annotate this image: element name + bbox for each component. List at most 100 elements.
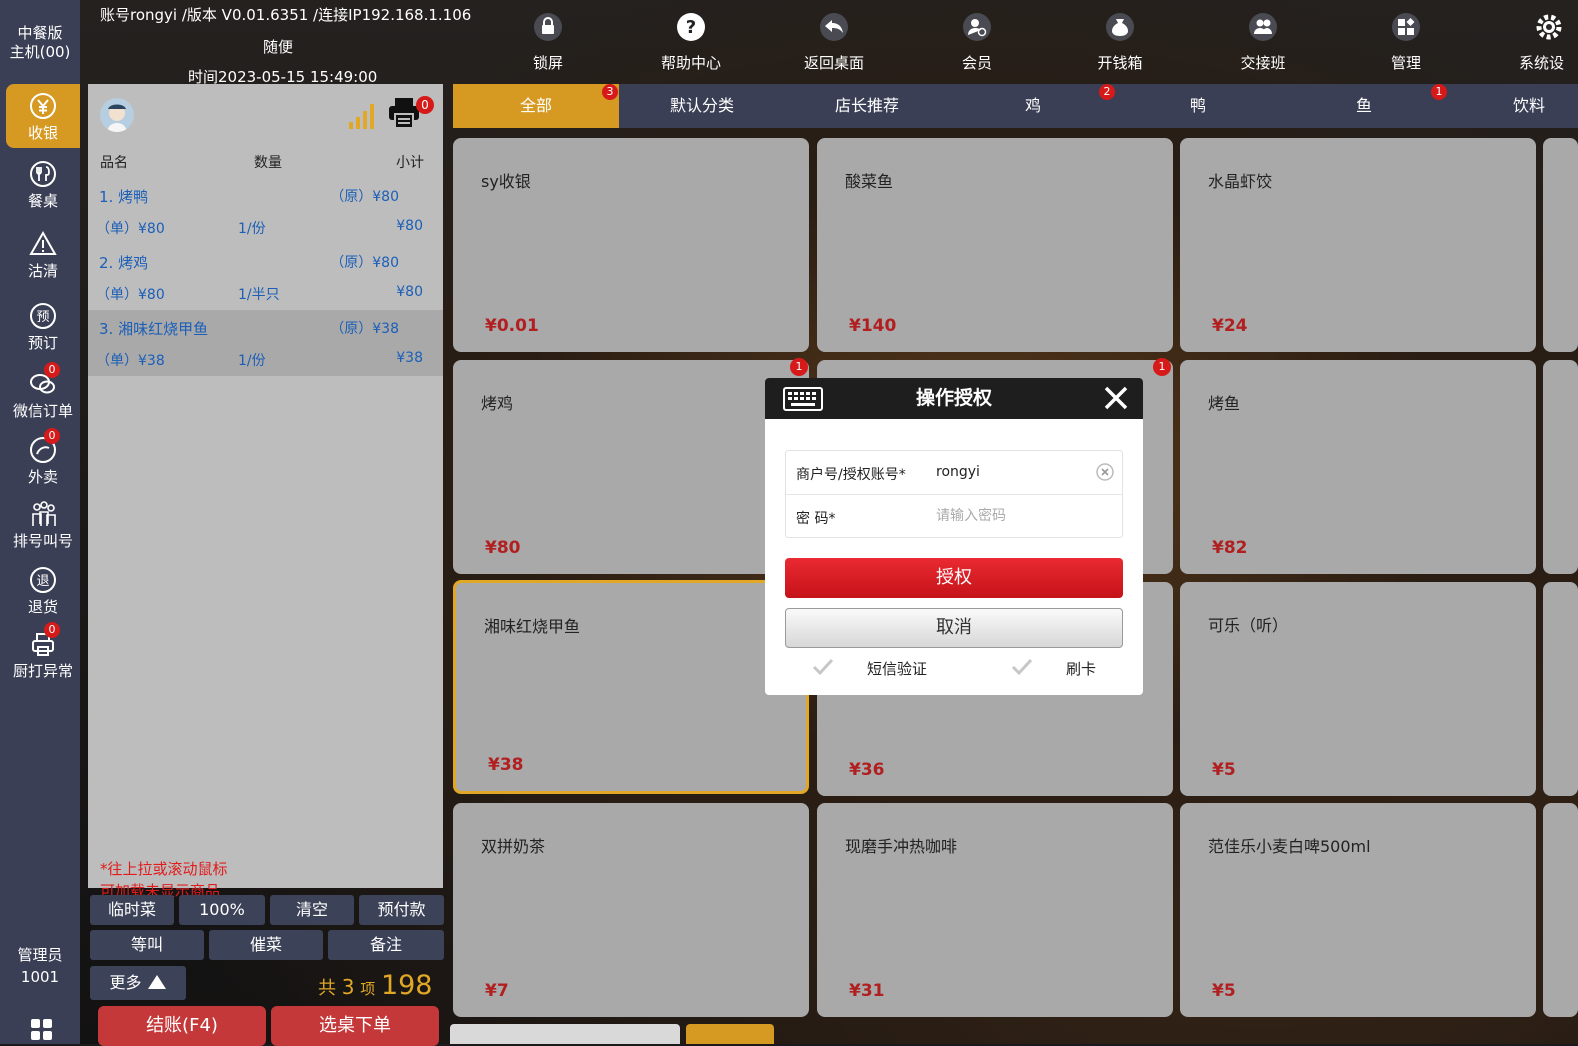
dish-price: ¥140 [849,316,897,336]
manage-button[interactable]: 管理 [1346,12,1466,72]
dish-card-partial[interactable] [1543,360,1578,574]
shift-handover-button[interactable]: 交接班 [1203,12,1323,72]
clear-button[interactable]: 清空 [270,895,354,925]
dish-card[interactable]: sy收银 ¥0.01 [453,138,809,352]
dish-card[interactable]: 酸菜鱼 ¥140 [817,138,1173,352]
lock-screen-button[interactable]: 锁屏 [488,12,608,72]
tab-chicken[interactable]: 鸡 [950,84,1116,128]
authorize-button[interactable]: 授权 [785,558,1123,598]
grid-menu-icon[interactable] [30,1018,54,1042]
select-table-order-button[interactable]: 选桌下单 [271,1006,439,1046]
sidebar-item-wechat-orders[interactable]: 0 微信订单 [6,362,80,426]
sidebar-item-label: 预订 [27,334,58,352]
check-icon [812,658,834,676]
sidebar-item-tables[interactable]: 餐桌 [6,152,80,216]
dish-card-partial[interactable] [1543,803,1578,1017]
left-sidebar: 中餐版 主机(00) 收银 餐桌 沽清 预 预订 0 微信订单 0 外卖 排号叫… [0,0,80,1044]
authorization-dialog: 操作授权 商户号/授权账号* 密 码* 授权 取消 短信验证 刷卡 [765,378,1143,695]
dish-name: 湘味红烧甲鱼 [484,617,581,636]
dish-price: ¥38 [488,755,524,775]
more-button[interactable]: 更多 [90,966,186,1000]
menu-label: 帮助中心 [660,54,721,72]
dish-card[interactable]: 烤鸡 ¥80 [453,360,809,574]
tab-recommended[interactable]: 店长推荐 [784,84,950,128]
tab-duck[interactable]: 鸭 [1115,84,1281,128]
search-bar-partial[interactable] [450,1024,680,1044]
col-name-header: 品名 [100,155,128,171]
tab-drinks[interactable]: 饮料 [1446,84,1578,128]
dish-price: ¥5 [1212,760,1236,780]
sidebar-item-return[interactable]: 退 退货 [6,558,80,622]
yen-circle-icon [30,93,56,119]
back-desktop-button[interactable]: 返回桌面 [774,12,894,72]
open-cash-drawer-button[interactable]: 开钱箱 [1060,12,1180,72]
clear-input-icon[interactable] [1096,463,1114,481]
close-icon[interactable] [1103,385,1129,411]
back-icon [820,13,848,41]
tab-fish[interactable]: 鱼 [1281,84,1447,128]
help-icon: ? [677,13,705,41]
sidebar-item-cashier[interactable]: 收银 [6,84,80,148]
sidebar-item-takeout[interactable]: 0 外卖 [6,428,80,492]
printer-button[interactable]: 0 [388,96,434,130]
dish-name: 范佳乐小麦白啤500ml [1208,837,1371,856]
help-center-button[interactable]: ? 帮助中心 [631,12,751,72]
password-input[interactable] [936,503,1096,529]
dish-card-partial[interactable] [1543,138,1578,352]
discount-button[interactable]: 100% [179,895,265,925]
action-button-partial[interactable] [686,1024,774,1044]
total-count: 3 [341,975,355,999]
tab-all[interactable]: 全部 [453,84,619,128]
tab-chicken-badge: 2 [1099,84,1115,100]
tab-label: 鸡 [1024,96,1041,115]
order-item[interactable]: 2. 烤鸡 （原）¥80 （单）¥80 1/半只 ¥80 [88,244,443,310]
check-icon [1011,658,1033,676]
checkout-button[interactable]: 结账(F4) [98,1006,266,1046]
prepay-button[interactable]: 预付款 [359,895,444,925]
tab-label: 鱼 [1355,96,1372,115]
sidebar-item-queue[interactable]: 排号叫号 [6,492,80,556]
item-name: 2. 烤鸡 [99,254,149,272]
swipe-card-label: 刷卡 [1066,660,1097,678]
menu-label: 开钱箱 [1097,54,1143,72]
sidebar-item-soldout[interactable]: 沽清 [6,222,80,286]
dish-name: 水晶虾饺 [1208,172,1273,191]
hold-button[interactable]: 等叫 [90,930,204,960]
order-panel: 0 品名 数量 小计 1. 烤鸭 （原）¥80 （单）¥80 1/份 ¥80 2… [88,84,443,888]
system-settings-button[interactable]: 系统设 [1489,12,1578,72]
dish-name: sy收银 [481,172,531,191]
dish-card[interactable]: 双拼奶茶 ¥7 [453,803,809,1017]
dish-card[interactable]: 现磨手冲热咖啡 ¥31 [817,803,1173,1017]
sidebar-item-kitchen-print[interactable]: 0 厨打异常 [6,622,80,686]
tab-label: 默认分类 [669,96,734,115]
order-item[interactable]: 1. 烤鸭 （原）¥80 （单）¥80 1/份 ¥80 [88,178,443,244]
manage-icon [1392,13,1420,41]
tab-default[interactable]: 默认分类 [619,84,785,128]
dish-badge: 1 [790,358,808,376]
dish-card[interactable]: 水晶虾饺 ¥24 [1180,138,1536,352]
order-item-selected[interactable]: 3. 湘味红烧甲鱼 （原）¥38 （单）¥38 1/份 ¥38 [88,310,443,376]
remark-button[interactable]: 备注 [328,930,444,960]
total-amount: 198 [380,970,433,1001]
admin-info: 管理员 1001 [0,944,80,988]
dish-price: ¥24 [1212,316,1248,336]
member-button[interactable]: 会员 [917,12,1037,72]
dialog-title: 操作授权 [915,387,992,409]
dish-card[interactable]: 可乐（听） ¥5 [1180,582,1536,796]
dish-price: ¥0.01 [485,316,539,336]
item-original-price: （原）¥38 [330,321,399,337]
waiter-avatar[interactable] [100,98,134,132]
dish-card-partial[interactable] [1543,582,1578,796]
menu-label: 锁屏 [532,54,563,72]
rush-button[interactable]: 催菜 [209,930,323,960]
dish-card[interactable]: 烤鱼 ¥82 [1180,360,1536,574]
fork-knife-icon [30,161,56,187]
dish-card-selected[interactable]: 湘味红烧甲鱼 ¥38 [453,580,809,794]
dish-card[interactable]: 范佳乐小麦白啤500ml ¥5 [1180,803,1536,1017]
temp-dish-button[interactable]: 临时菜 [90,895,174,925]
account-input[interactable] [936,459,1096,485]
tab-all-badge: 3 [602,84,618,100]
cancel-button[interactable]: 取消 [785,608,1123,648]
sidebar-item-reserve[interactable]: 预 预订 [6,294,80,358]
item-name: 1. 烤鸭 [99,188,149,206]
